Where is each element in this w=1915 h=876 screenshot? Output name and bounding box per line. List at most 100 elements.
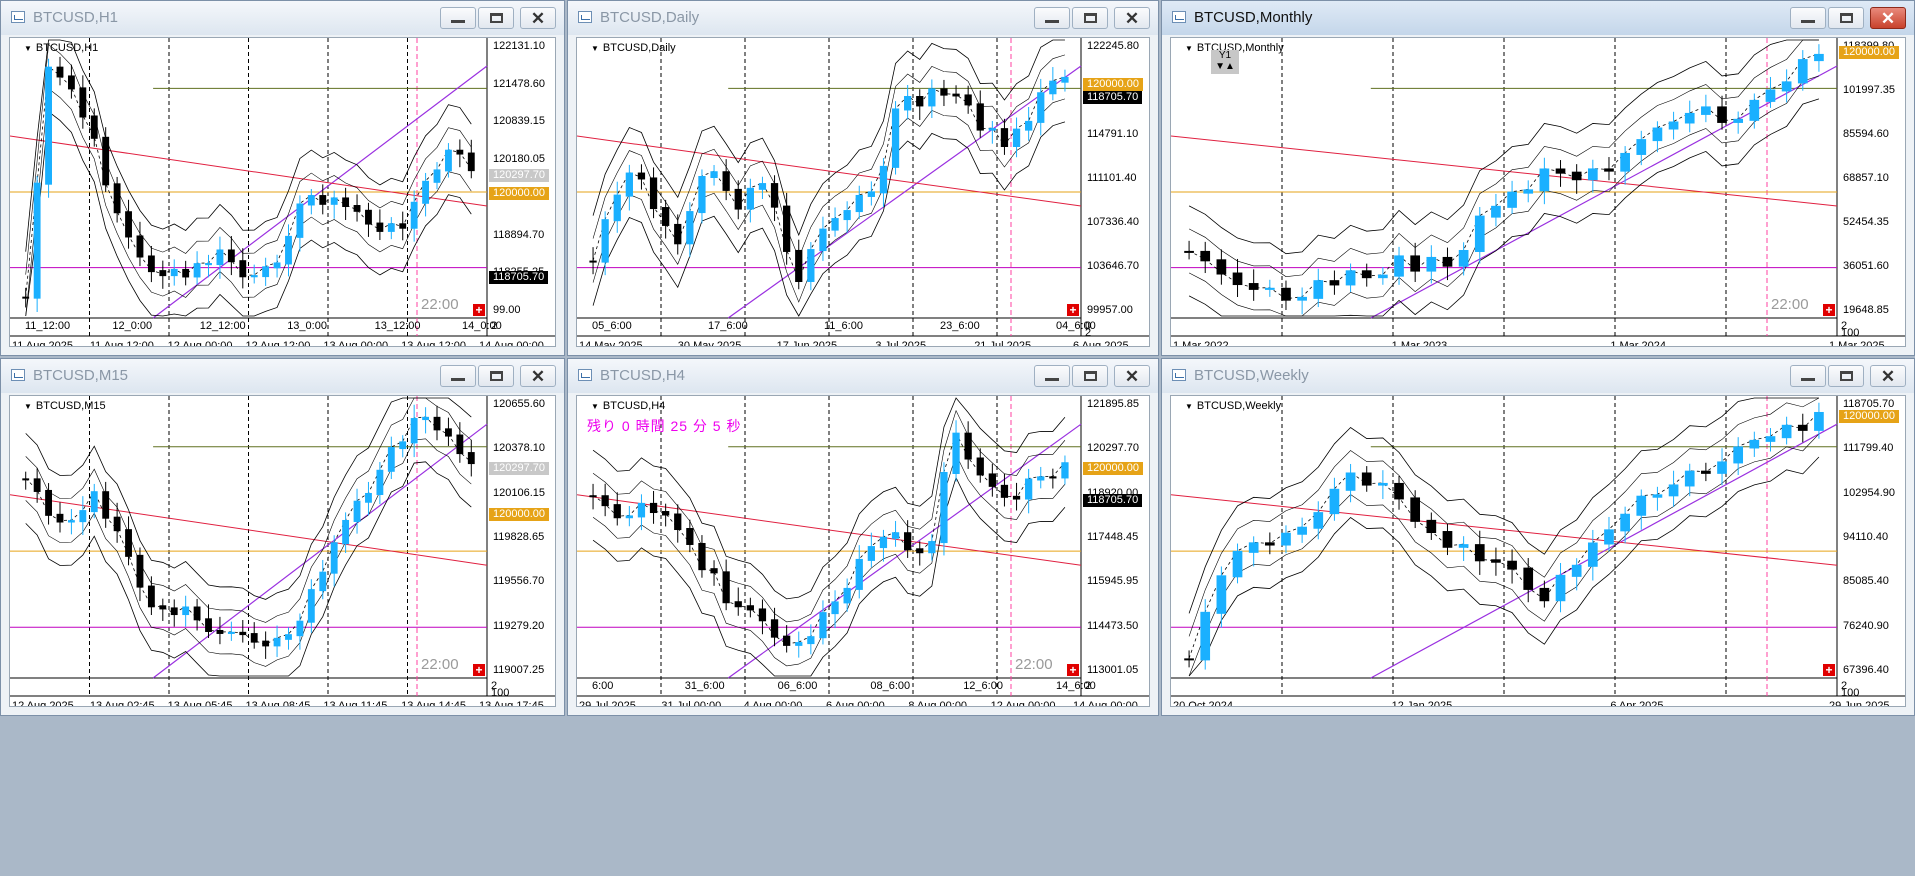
chart-plot-area[interactable]: BTCUSD,H4 残り 0 時間 25 分 5 秒 121895.85 120297… [576, 395, 1150, 707]
price-tag: 120000.00 [489, 508, 549, 522]
close-button[interactable]: ✕ [520, 365, 556, 387]
candle-body [56, 513, 64, 523]
window-titlebar[interactable]: BTCUSD,M15 ✕ [1, 359, 564, 393]
candle-body [365, 209, 372, 225]
minimize-icon [451, 19, 465, 23]
candle-body [45, 66, 52, 185]
candle-body [1604, 168, 1614, 172]
chart-window-monthly[interactable]: BTCUSD,Monthly ✕ BTCUSD,MonthlyY1▼▲118399.… [1161, 0, 1915, 356]
candle-body [113, 183, 121, 214]
time-scale-label: 12 Aug 12:00 [245, 340, 311, 347]
maximize-button[interactable] [1828, 7, 1864, 29]
price-scale-label: 114791.10 [1087, 128, 1139, 140]
candle-body [928, 541, 936, 554]
candle-body [988, 473, 996, 487]
candle-body [795, 249, 803, 282]
candle-body [819, 612, 827, 639]
candle-body [940, 88, 948, 96]
candle-body [1281, 532, 1291, 546]
close-button[interactable]: ✕ [520, 7, 556, 29]
chart-plot-area[interactable]: BTCUSD,MonthlyY1▼▲118399.80101997.358559… [1170, 37, 1906, 347]
minimize-button[interactable] [1790, 7, 1826, 29]
chart-plot-area[interactable]: BTCUSD,M15 120655.60 120378.10 120106.15 119… [9, 395, 556, 707]
candle-body [1184, 250, 1194, 253]
window-titlebar[interactable]: BTCUSD,Monthly ✕ [1162, 1, 1914, 35]
chart-plot-area[interactable]: BTCUSD,Weekly 118705.70 111799.40 102954.90… [1170, 395, 1906, 707]
minimize-button[interactable] [1034, 365, 1070, 387]
candle-body [1012, 495, 1021, 500]
price-scale-label: 101997.35 [1843, 84, 1895, 96]
maximize-button[interactable] [1828, 365, 1864, 387]
add-indicator-button[interactable]: + [1067, 304, 1079, 316]
candle-body [940, 471, 948, 544]
maximize-button[interactable] [478, 365, 514, 387]
candle-body [1507, 560, 1517, 570]
time-scale-label: 13 Aug 14:45 [401, 700, 466, 707]
minimize-button[interactable] [440, 7, 476, 29]
chart-canvas[interactable] [1171, 396, 1906, 707]
maximize-button[interactable] [1072, 7, 1108, 29]
time-scale-label: 3 Jul 2025 [875, 340, 927, 347]
add-indicator-button[interactable]: + [1823, 664, 1835, 676]
candle-body [1797, 59, 1808, 84]
chart-canvas[interactable] [577, 38, 1150, 347]
maximize-button[interactable] [478, 7, 514, 29]
candle-body [67, 520, 75, 523]
chart-window-h4[interactable]: BTCUSD,H4 ✕ BTCUSD,H4 残り 0 時間 25 分 5 秒 12189… [567, 358, 1159, 716]
candle-body [410, 418, 418, 444]
minimize-button[interactable] [440, 365, 476, 387]
close-button[interactable]: ✕ [1114, 7, 1150, 29]
maximize-icon [489, 371, 503, 381]
candle-body [589, 495, 597, 498]
time-scale-label: 13 Aug 12:00 [401, 340, 466, 347]
candle-body [710, 568, 718, 574]
candle-body [904, 532, 912, 551]
candle-body [1037, 92, 1045, 123]
candle-body [136, 235, 144, 258]
time-scale-label: 20 Oct 2024 [1173, 700, 1233, 707]
chart-window-daily[interactable]: BTCUSD,Daily✕BTCUSD,Daily122245.80117935… [567, 0, 1159, 356]
candle-body [1049, 80, 1057, 95]
time-scale-label: 21 Jul 2025 [974, 340, 1032, 347]
candle-body [1378, 482, 1388, 486]
minimize-button[interactable] [1034, 7, 1070, 29]
price-tag: 118705.70 [1083, 494, 1143, 508]
price-scale-label: 115945.95 [1087, 575, 1139, 588]
candle-body [330, 197, 338, 205]
window-titlebar[interactable]: BTCUSD,H4 ✕ [568, 359, 1158, 393]
close-button[interactable]: ✕ [1114, 365, 1150, 387]
add-indicator-button[interactable]: + [1067, 664, 1079, 676]
price-tag: 120000.00 [1083, 461, 1143, 475]
window-titlebar[interactable]: BTCUSD,H1 ✕ [1, 1, 564, 35]
chart-window-h1[interactable]: BTCUSD,H1 ✕ BTCUSD,H1 122131.10 121478.60 120… [0, 0, 565, 356]
candle-body [807, 636, 815, 645]
add-indicator-button[interactable]: + [473, 664, 485, 676]
period-selector[interactable]: Y1 ▼▲ [1211, 50, 1239, 74]
separator-label: 17_6:00 [708, 320, 748, 332]
chart-window-weekly[interactable]: BTCUSD,Weekly ✕ BTCUSD,Weekly 118705.70 1117… [1161, 358, 1915, 716]
chart-window-m15[interactable]: BTCUSD,M15 ✕ BTCUSD,M15 120655.60 120378.10 1… [0, 358, 565, 716]
close-button[interactable]: ✕ [1870, 365, 1906, 387]
minimize-button[interactable] [1790, 365, 1826, 387]
chart-plot-area[interactable]: BTCUSD,Daily122245.80117935.45114791.101… [576, 37, 1150, 347]
candle-body [1426, 256, 1437, 272]
chart-plot-area[interactable]: BTCUSD,H1 122131.10 121478.60 120839.15 1201… [9, 37, 556, 347]
candle-body [159, 605, 167, 610]
time-scale-label: 13 Aug 00:00 [323, 340, 389, 347]
window-titlebar[interactable]: BTCUSD,Weekly ✕ [1162, 359, 1914, 393]
chart-canvas[interactable] [10, 396, 556, 707]
close-button[interactable]: ✕ [1870, 7, 1906, 29]
chart-canvas[interactable] [10, 38, 556, 347]
add-indicator-button[interactable]: + [1823, 304, 1835, 316]
candle-body [250, 633, 258, 643]
candle-body [746, 187, 754, 210]
time-scale-label: 11 Aug 12:00 [89, 340, 154, 347]
candle-body [1717, 461, 1727, 474]
candle-body [928, 88, 936, 107]
candle-body [831, 218, 839, 231]
price-scale-label: 111799.40 [1843, 442, 1894, 455]
window-titlebar[interactable]: BTCUSD,Daily ✕ [568, 1, 1158, 35]
maximize-button[interactable] [1072, 365, 1108, 387]
chart-canvas[interactable] [577, 396, 1150, 707]
add-indicator-button[interactable]: + [473, 304, 485, 316]
